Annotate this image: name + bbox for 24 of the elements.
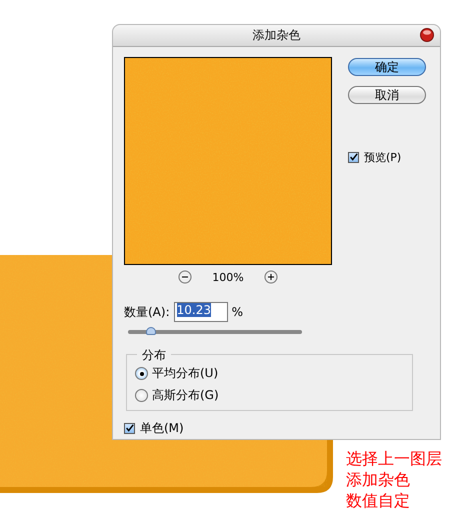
- amount-slider[interactable]: [128, 330, 302, 334]
- amount-label: 数量(A):: [124, 304, 170, 320]
- unit-label: %: [232, 305, 244, 319]
- radio-label: 平均分布(U): [152, 365, 218, 382]
- slider-thumb[interactable]: [146, 327, 156, 335]
- radio-button[interactable]: [135, 367, 148, 380]
- annotation-text: 添加杂色: [346, 469, 411, 490]
- zoom-in-icon[interactable]: [264, 270, 278, 284]
- radio-button[interactable]: [135, 389, 148, 402]
- ok-button[interactable]: 确定: [348, 58, 426, 76]
- amount-field[interactable]: 10.23: [174, 302, 228, 322]
- radio-label: 高斯分布(G): [152, 387, 219, 404]
- cancel-button[interactable]: 取消: [348, 86, 426, 104]
- zoom-level: 100%: [212, 270, 244, 284]
- checkbox[interactable]: [124, 423, 135, 434]
- group-title: 分布: [137, 347, 171, 364]
- annotation-text: 数值自定: [346, 490, 411, 511]
- preview-label: 预览(P): [364, 150, 402, 165]
- close-icon[interactable]: [420, 28, 434, 42]
- checkbox[interactable]: [348, 152, 359, 163]
- window-title: 添加杂色: [252, 27, 300, 44]
- annotation-text: 选择上一图层: [346, 448, 442, 469]
- zoom-out-icon[interactable]: [178, 270, 192, 284]
- monochrome-label: 单色(M): [140, 420, 184, 437]
